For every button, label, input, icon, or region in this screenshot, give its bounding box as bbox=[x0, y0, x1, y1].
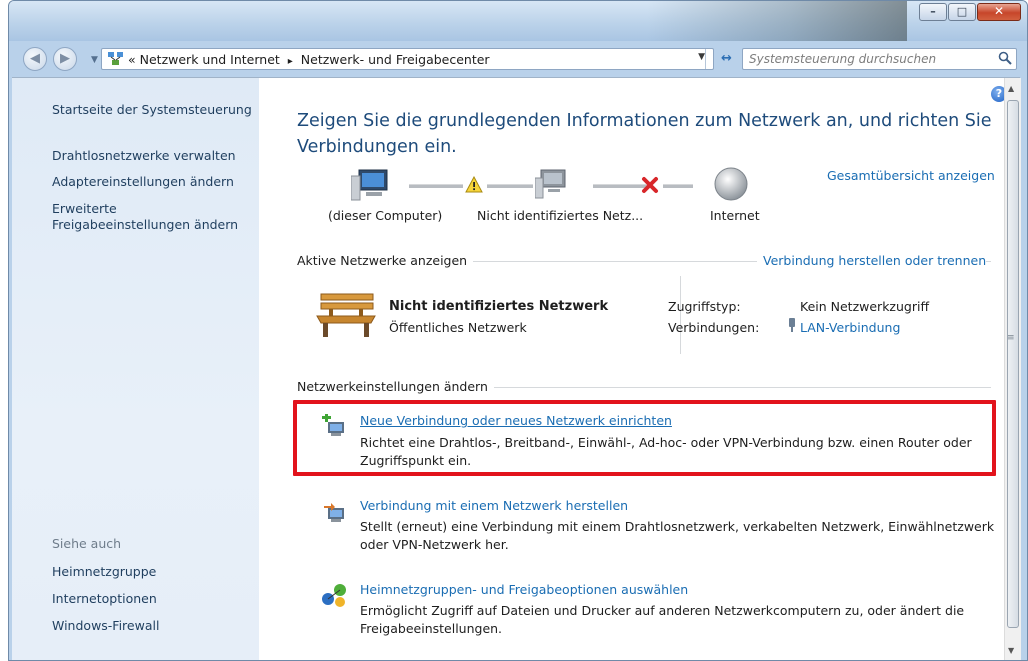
forward-arrow-icon: ▶ bbox=[60, 51, 70, 66]
bench-icon[interactable] bbox=[315, 292, 377, 338]
scroll-down-icon[interactable]: ▼ bbox=[1008, 646, 1014, 655]
homegroup-icon bbox=[322, 584, 346, 607]
homegroup-sharing-link[interactable]: Heimnetzgruppen- und Freigabeoptionen au… bbox=[360, 582, 688, 597]
vertical-scrollbar[interactable]: ▲ ≡ ▼ bbox=[1004, 78, 1021, 660]
computer-label: (dieser Computer) bbox=[328, 208, 443, 223]
minimize-icon: – bbox=[930, 5, 936, 18]
connect-network-icon bbox=[324, 503, 344, 522]
main-panel: Zeigen Sie die grundlegenden Information… bbox=[259, 78, 1004, 660]
homegroup-sharing-desc: Ermöglicht Zugriff auf Dateien und Druck… bbox=[360, 603, 965, 636]
forward-button[interactable]: ▶ bbox=[53, 47, 77, 71]
access-type-label: Zugriffstyp: bbox=[668, 299, 741, 314]
network-label[interactable]: Nicht identifiziertes Netz... bbox=[477, 208, 643, 223]
address-divider bbox=[705, 49, 706, 69]
access-type-value: Kein Netzwerkzugriff bbox=[800, 299, 930, 314]
connect-network-link[interactable]: Verbindung mit einem Netzwerk herstellen bbox=[360, 498, 628, 513]
back-arrow-icon: ◀ bbox=[30, 51, 40, 66]
breadcrumb-network-internet[interactable]: Netzwerk und Internet bbox=[140, 52, 280, 67]
title-bar[interactable]: – □ ✕ bbox=[9, 1, 1027, 41]
sidebar-item-adapter[interactable]: Adaptereinstellungen ändern bbox=[52, 174, 234, 190]
network-settings-heading: Netzwerkeinstellungen ändern bbox=[297, 379, 494, 394]
breadcrumb-separator-icon[interactable]: ▸ bbox=[284, 56, 297, 67]
connect-disconnect-link[interactable]: Verbindung herstellen oder trennen bbox=[757, 253, 987, 268]
scroll-grip-icon: ≡ bbox=[1007, 333, 1015, 343]
page-title: Zeigen Sie die grundlegenden Information… bbox=[297, 111, 992, 157]
address-dropdown-icon[interactable]: ▼ bbox=[698, 52, 705, 62]
internet-label: Internet bbox=[710, 208, 760, 223]
connect-network-desc: Stellt (erneut) eine Verbindung mit eine… bbox=[360, 519, 995, 552]
sidebar-item-internet-options[interactable]: Internetoptionen bbox=[52, 591, 157, 607]
sidebar: Startseite der Systemsteuerung Drahtlosn… bbox=[12, 78, 259, 660]
connection-line-4 bbox=[663, 184, 693, 188]
breadcrumb-sharing-center[interactable]: Netzwerk- und Freigabecenter bbox=[301, 52, 490, 67]
active-networks-divider bbox=[680, 276, 681, 354]
scroll-up-icon[interactable]: ▲ bbox=[1008, 84, 1014, 93]
connection-line-2 bbox=[487, 184, 533, 188]
connection-line-1 bbox=[409, 184, 463, 188]
search-input[interactable]: Systemsteuerung durchsuchen bbox=[742, 48, 1017, 70]
highlight-box bbox=[293, 400, 996, 476]
sidebar-item-firewall[interactable]: Windows-Firewall bbox=[52, 618, 159, 634]
sidebar-item-homegroup[interactable]: Heimnetzgruppe bbox=[52, 564, 156, 580]
computer-icon[interactable] bbox=[351, 168, 393, 202]
breadcrumb-overflow[interactable]: « bbox=[128, 52, 136, 67]
active-network-type[interactable]: Öffentliches Netzwerk bbox=[389, 320, 527, 335]
breadcrumb: « Netzwerk und Internet ▸ Netzwerk- und … bbox=[128, 52, 490, 67]
sidebar-item-wireless[interactable]: Drahtlosnetzwerke verwalten bbox=[52, 148, 236, 164]
sidebar-item-home[interactable]: Startseite der Systemsteuerung bbox=[52, 102, 252, 118]
search-placeholder: Systemsteuerung durchsuchen bbox=[749, 52, 937, 66]
network-icon[interactable] bbox=[535, 168, 573, 200]
refresh-icon[interactable]: ↔ bbox=[721, 51, 732, 66]
active-networks-heading: Aktive Netzwerke anzeigen bbox=[297, 253, 474, 268]
maximize-icon: □ bbox=[956, 5, 968, 18]
active-network-name: Nicht identifiziertes Netzwerk bbox=[389, 299, 609, 314]
warning-icon[interactable] bbox=[465, 176, 483, 193]
recent-pages-dropdown-icon[interactable]: ▼ bbox=[91, 55, 98, 65]
title-background bbox=[647, 1, 907, 41]
internet-globe-icon[interactable] bbox=[713, 166, 749, 202]
lan-cable-icon bbox=[789, 318, 795, 332]
minimize-button[interactable]: – bbox=[919, 3, 947, 21]
window: – □ ✕ ◀ ▶ ▼ « Netzwerk und Internet ▸ Ne… bbox=[8, 0, 1028, 661]
address-bar[interactable]: « Netzwerk und Internet ▸ Netzwerk- und … bbox=[101, 48, 714, 70]
lan-connection-link[interactable]: LAN-Verbindung bbox=[800, 320, 900, 335]
sidebar-item-advanced-sharing[interactable]: Erweiterte Freigabeeinstellungen ändern bbox=[52, 201, 252, 233]
close-button[interactable]: ✕ bbox=[977, 3, 1021, 21]
disconnected-x-icon[interactable] bbox=[641, 176, 659, 194]
see-also-heading: Siehe auch bbox=[52, 536, 122, 551]
navigation-bar: ◀ ▶ ▼ « Netzwerk und Internet ▸ Netzwerk… bbox=[9, 43, 1027, 73]
close-icon: ✕ bbox=[993, 4, 1005, 18]
full-map-link[interactable]: Gesamtübersicht anzeigen bbox=[827, 168, 995, 183]
network-center-icon bbox=[108, 52, 123, 65]
connections-label: Verbindungen: bbox=[668, 320, 760, 335]
scroll-thumb[interactable] bbox=[1007, 100, 1019, 628]
maximize-button[interactable]: □ bbox=[948, 3, 976, 21]
window-controls: – □ ✕ bbox=[918, 3, 1021, 21]
back-button[interactable]: ◀ bbox=[23, 47, 47, 71]
content-area: Startseite der Systemsteuerung Drahtlosn… bbox=[12, 77, 1021, 660]
search-icon[interactable] bbox=[998, 51, 1012, 65]
